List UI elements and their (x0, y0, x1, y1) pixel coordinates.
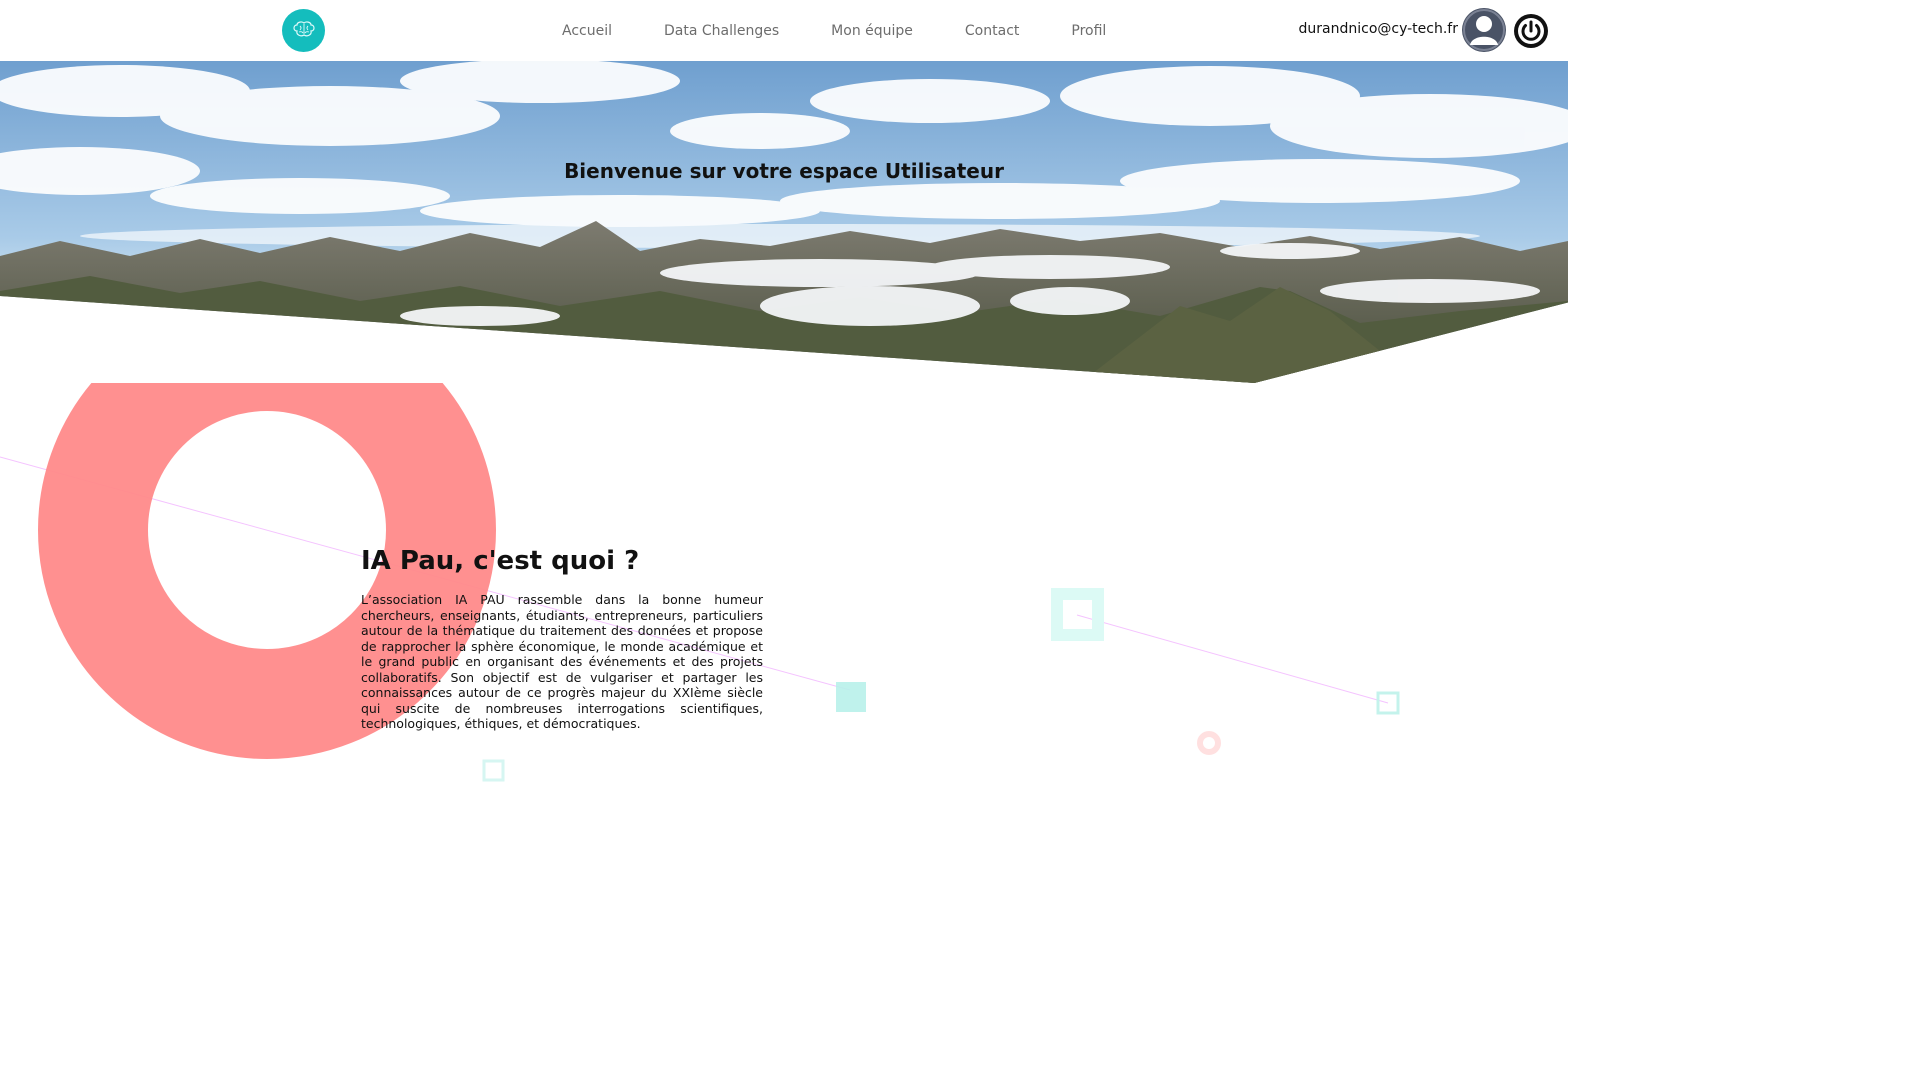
nav-link-data-challenges[interactable]: Data Challenges (664, 23, 779, 39)
user-email: durandnico@cy-tech.fr (1298, 21, 1458, 37)
brain-icon[interactable] (282, 9, 325, 52)
about-section: IA Pau, c'est quoi ? L’association IA PA… (361, 546, 763, 732)
nav-link-accueil[interactable]: Accueil (562, 23, 612, 39)
power-icon[interactable] (1513, 13, 1549, 49)
about-text: L’association IA PAU rassemble dans la b… (361, 592, 763, 731)
top-navbar: Accueil Data Challenges Mon équipe Conta… (0, 0, 1568, 61)
main-nav: Accueil Data Challenges Mon équipe Conta… (536, 0, 1132, 61)
user-avatar-icon[interactable] (1462, 8, 1506, 52)
about-heading: IA Pau, c'est quoi ? (361, 546, 640, 576)
hero-title: Bienvenue sur votre espace Utilisateur (564, 159, 1004, 183)
hero-banner: Bienvenue sur votre espace Utilisateur (0, 61, 1568, 383)
nav-link-mon-equipe[interactable]: Mon équipe (831, 23, 913, 39)
nav-link-profil[interactable]: Profil (1071, 23, 1106, 39)
nav-link-contact[interactable]: Contact (965, 23, 1019, 39)
mountain-panorama (0, 61, 1568, 383)
